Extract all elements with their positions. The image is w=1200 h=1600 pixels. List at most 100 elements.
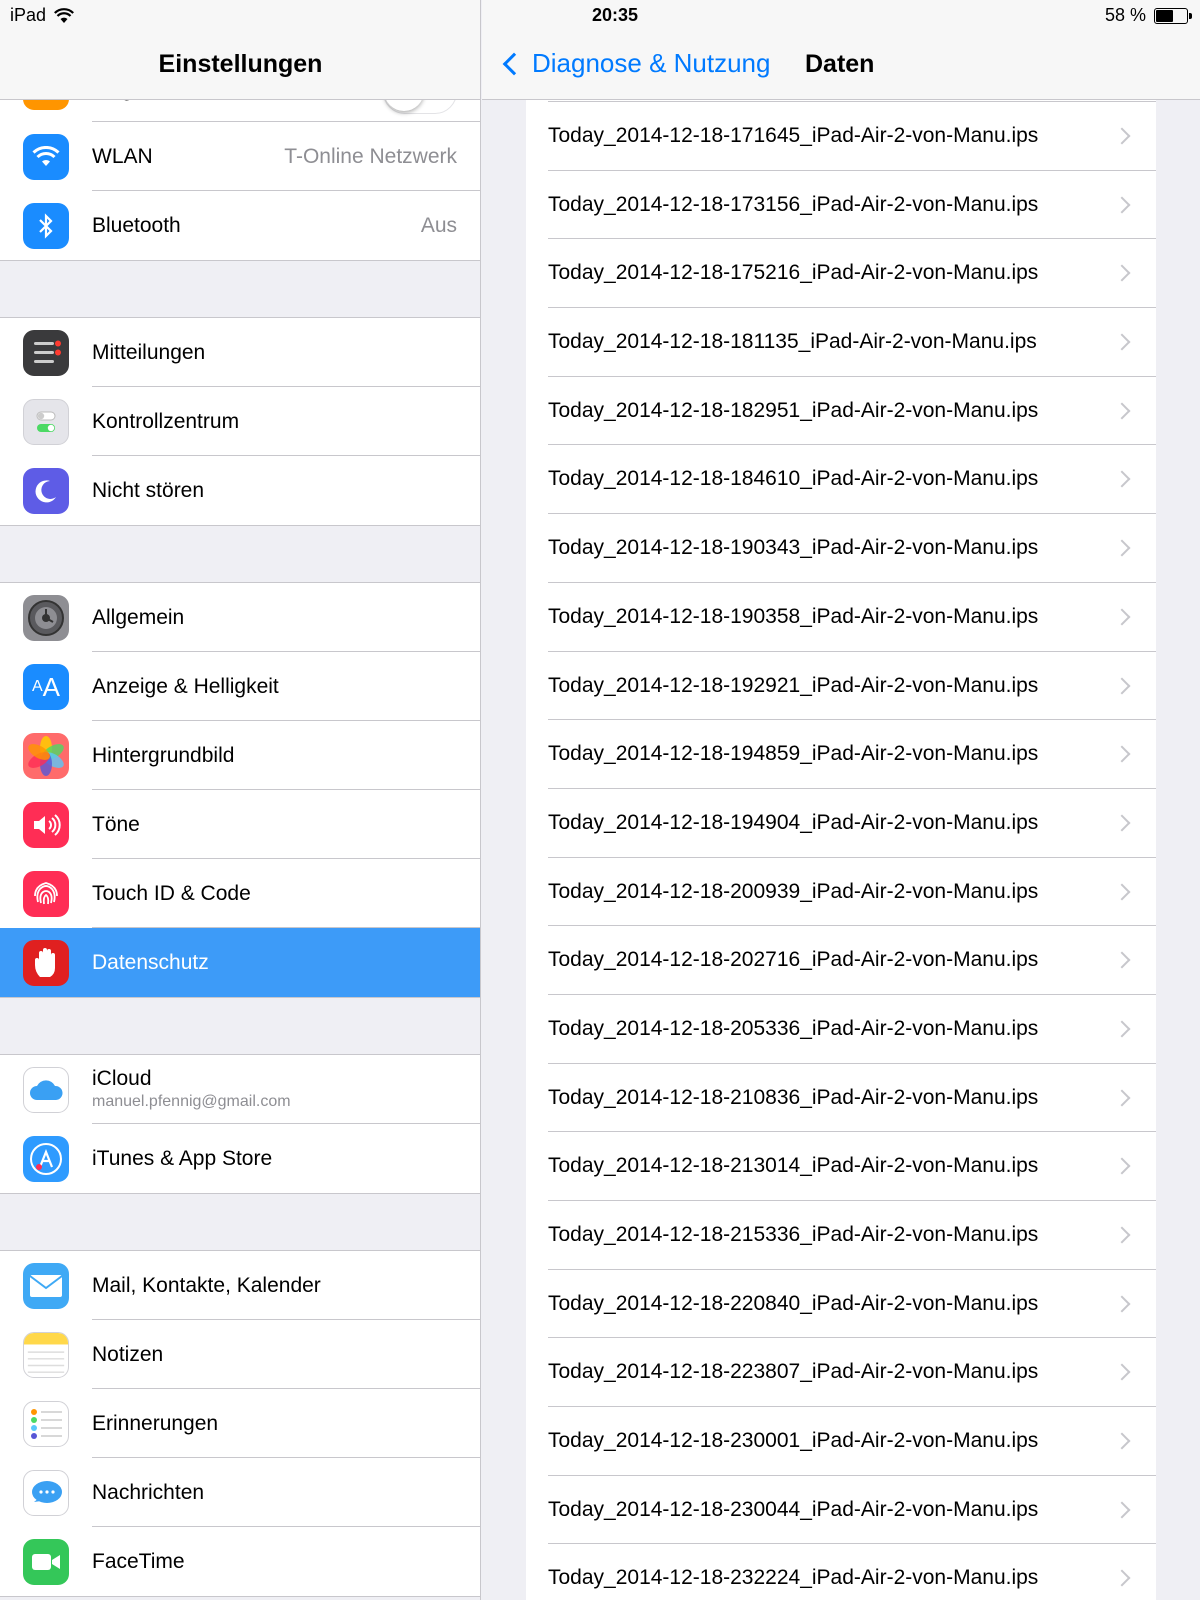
file-row[interactable]: Today_2014-12-18-232224_iPad-Air-2-von-M… bbox=[526, 1544, 1156, 1600]
file-row-content: Today_2014-12-18-215336_iPad-Air-2-von-M… bbox=[548, 1201, 1156, 1270]
sidebar-item-itunes-app-store[interactable]: iTunes & App Store bbox=[0, 1124, 480, 1193]
sidebar-title: Einstellungen bbox=[158, 50, 323, 78]
sidebar-item-notizen[interactable]: Notizen bbox=[0, 1320, 480, 1389]
file-name: Today_2014-12-18-171645_iPad-Air-2-von-M… bbox=[548, 124, 1039, 147]
sidebar-item-touch-id-code[interactable]: Touch ID & Code bbox=[0, 859, 480, 928]
chevron-right-icon bbox=[1113, 196, 1131, 214]
file-row-content: Today_2014-12-18-182951_iPad-Air-2-von-M… bbox=[548, 377, 1156, 446]
cloud-icon bbox=[23, 1067, 69, 1113]
chevron-right-icon bbox=[1113, 264, 1131, 282]
file-row-content: Today_2014-12-18-200939_iPad-Air-2-von-M… bbox=[548, 858, 1156, 927]
chevron-right-icon bbox=[1113, 814, 1131, 832]
file-row[interactable]: Today_2014-12-18-223807_iPad-Air-2-von-M… bbox=[526, 1338, 1156, 1408]
sidebar-item-allgemein[interactable]: Allgemein bbox=[0, 583, 480, 652]
file-row[interactable]: Today_2014-12-18-190358_iPad-Air-2-von-M… bbox=[526, 583, 1156, 652]
file-row[interactable]: Today_2014-12-18-215336_iPad-Air-2-von-M… bbox=[526, 1201, 1156, 1270]
sidebar-item-anzeige-helligkeit[interactable]: A A Anzeige & Helligkeit bbox=[0, 652, 480, 721]
file-name: Today_2014-12-18-232224_iPad-Air-2-von-M… bbox=[548, 1566, 1039, 1590]
file-name: Today_2014-12-18-190358_iPad-Air-2-von-M… bbox=[548, 604, 1039, 628]
file-row[interactable]: Today_2014-12-18-181135_iPad-Air-2-von-M… bbox=[526, 308, 1156, 377]
chevron-right-icon bbox=[1113, 1226, 1131, 1244]
file-row[interactable]: Today_2014-12-18-230044_iPad-Air-2-von-M… bbox=[526, 1476, 1156, 1545]
wifi-signal-icon bbox=[54, 7, 75, 23]
app-store-icon bbox=[23, 1136, 69, 1182]
sidebar-item-text: Touch ID & Code bbox=[92, 859, 480, 928]
file-row-content: Today_2014-12-18-213014_iPad-Air-2-von-M… bbox=[548, 1132, 1156, 1201]
file-row[interactable]: Today_2014-12-18-200939_iPad-Air-2-von-M… bbox=[526, 858, 1156, 927]
file-row[interactable]: Today_2014-12-18-210836_iPad-Air-2-von-M… bbox=[526, 1064, 1156, 1133]
sidebar-item-wlan[interactable]: WLAN T-Online Netzwerk bbox=[0, 122, 480, 191]
sidebar-item-erinnerungen[interactable]: Erinnerungen bbox=[0, 1389, 480, 1458]
chevron-right-icon bbox=[1113, 951, 1131, 969]
file-name: Today_2014-12-18-175216_iPad-Air-2-von-M… bbox=[548, 261, 1039, 285]
file-row[interactable]: Today_2014-12-18-213014_iPad-Air-2-von-M… bbox=[526, 1132, 1156, 1201]
status-left: iPad bbox=[10, 5, 75, 26]
file-row-content: Today_2014-12-18-230001_iPad-Air-2-von-M… bbox=[548, 1407, 1156, 1476]
sidebar-item-nicht-stoeren[interactable]: Nicht stören bbox=[0, 456, 480, 525]
moon-icon bbox=[23, 468, 69, 514]
sidebar-item-label: iTunes & App Store bbox=[92, 1147, 273, 1170]
file-row[interactable]: Today_2014-12-18-202716_iPad-Air-2-von-M… bbox=[526, 926, 1156, 995]
sidebar-group-1: ✈FlugmodusWLANT-Online NetzwerkBluetooth… bbox=[0, 92, 480, 261]
file-row-content: Today_2014-12-18-192921_iPad-Air-2-von-M… bbox=[548, 652, 1156, 721]
device-name: iPad bbox=[10, 5, 47, 25]
sidebar-item-nachrichten[interactable]: Nachrichten bbox=[0, 1458, 480, 1527]
file-row-content: Today_2014-12-18-230044_iPad-Air-2-von-M… bbox=[548, 1476, 1156, 1545]
file-row-content: Today_2014-12-18-175216_iPad-Air-2-von-M… bbox=[548, 239, 1156, 309]
speaker-icon bbox=[23, 802, 69, 848]
chevron-right-icon bbox=[1113, 1089, 1131, 1107]
sidebar-item-mail-kontakte-kalender[interactable]: Mail, Kontakte, Kalender bbox=[0, 1251, 480, 1320]
settings-app: iPad 20:35 58 % Einstellungen ✈Flugmodus… bbox=[0, 0, 1200, 1600]
sidebar-item-label: iCloud bbox=[92, 1067, 152, 1090]
sidebar-item-text: Hintergrundbild bbox=[92, 721, 480, 790]
sidebar-item-text: Bluetooth Aus bbox=[92, 191, 480, 260]
file-row[interactable]: Today_2014-12-18-171645_iPad-Air-2-von-M… bbox=[526, 102, 1156, 171]
sidebar-item-text: iTunes & App Store bbox=[92, 1124, 480, 1193]
status-right: 58 % bbox=[1105, 5, 1192, 26]
file-name: Today_2014-12-18-223807_iPad-Air-2-von-M… bbox=[548, 1360, 1039, 1384]
file-row[interactable]: Today_2014-12-18-184610_iPad-Air-2-von-M… bbox=[526, 445, 1156, 515]
chevron-right-icon bbox=[1113, 1020, 1131, 1038]
file-row[interactable]: Today_2014-12-18-230001_iPad-Air-2-von-M… bbox=[526, 1407, 1156, 1476]
sidebar-item-text: Allgemein bbox=[92, 583, 480, 652]
wifi-icon bbox=[23, 134, 69, 180]
file-row[interactable]: Today_2014-12-18-190343_iPad-Air-2-von-M… bbox=[526, 514, 1156, 583]
file-row-content: Today_2014-12-18-194904_iPad-Air-2-von-M… bbox=[548, 789, 1156, 858]
sidebar-item-text: Nachrichten bbox=[92, 1458, 480, 1527]
sidebar-group-4: iCloud manuel.pfennig@gmail.com iTunes & A… bbox=[0, 1054, 480, 1194]
file-row[interactable]: Today_2014-12-18-182951_iPad-Air-2-von-M… bbox=[526, 377, 1156, 446]
file-name: Today_2014-12-18-210836_iPad-Air-2-von-M… bbox=[548, 1085, 1039, 1109]
file-name: Today_2014-12-18-205336_iPad-Air-2-von-M… bbox=[548, 1016, 1039, 1040]
sidebar-item-label: Töne bbox=[92, 813, 140, 836]
file-row-content: Today_2014-12-18-220840_iPad-Air-2-von-M… bbox=[548, 1270, 1156, 1339]
file-row[interactable]: Today_2014-12-18-194859_iPad-Air-2-von-M… bbox=[526, 720, 1156, 789]
sidebar-item-text: Mitteilungen bbox=[92, 318, 480, 387]
file-row[interactable]: Today_2014-12-18-205336_iPad-Air-2-von-M… bbox=[526, 995, 1156, 1064]
sidebar-item-datenschutz[interactable]: Datenschutz bbox=[0, 928, 480, 997]
mail-icon bbox=[23, 1263, 69, 1309]
sidebar-item-label: Erinnerungen bbox=[92, 1412, 219, 1435]
sidebar-item-hintergrundbild[interactable]: Hintergrundbild bbox=[0, 721, 480, 790]
sidebar-item-mitteilungen[interactable]: Mitteilungen bbox=[0, 318, 480, 387]
sidebar-item-bluetooth[interactable]: Bluetooth Aus bbox=[0, 191, 480, 260]
file-row[interactable]: Today_2014-12-18-220840_iPad-Air-2-von-M… bbox=[526, 1270, 1156, 1339]
sidebar-item-facetime[interactable]: FaceTime bbox=[0, 1527, 480, 1596]
sidebar-item-toene[interactable]: Töne bbox=[0, 790, 480, 859]
file-row-content: Today_2014-12-18-194859_iPad-Air-2-von-M… bbox=[548, 720, 1156, 789]
sidebar-item-label: Allgemein bbox=[92, 606, 185, 629]
sidebar-item-text: iCloud manuel.pfennig@gmail.com bbox=[92, 1055, 480, 1124]
sidebar-item-label: Datenschutz bbox=[92, 951, 209, 974]
file-row[interactable]: Today_2014-12-18-175216_iPad-Air-2-von-M… bbox=[526, 239, 1156, 309]
sidebar-group-3: Allgemein A A Anzeige & Helligkeit Hintergru… bbox=[0, 582, 480, 998]
back-button[interactable]: Diagnose & Nutzung bbox=[500, 48, 770, 79]
sidebar-item-icloud[interactable]: iCloud manuel.pfennig@gmail.com bbox=[0, 1055, 480, 1124]
sidebar-item-label: WLAN bbox=[92, 145, 153, 168]
file-row[interactable]: Today_2014-12-18-173156_iPad-Air-2-von-M… bbox=[526, 171, 1156, 240]
sidebar-group-5: Mail, Kontakte, Kalender Notizen Erinnerun… bbox=[0, 1250, 480, 1597]
file-row[interactable]: Today_2014-12-18-194904_iPad-Air-2-von-M… bbox=[526, 789, 1156, 858]
messages-icon bbox=[23, 1470, 69, 1516]
file-row[interactable]: Today_2014-12-18-192921_iPad-Air-2-von-M… bbox=[526, 652, 1156, 721]
sidebar-item-kontrollzentrum[interactable]: Kontrollzentrum bbox=[0, 387, 480, 456]
gear-icon bbox=[23, 595, 69, 641]
notifications-icon bbox=[23, 330, 69, 376]
